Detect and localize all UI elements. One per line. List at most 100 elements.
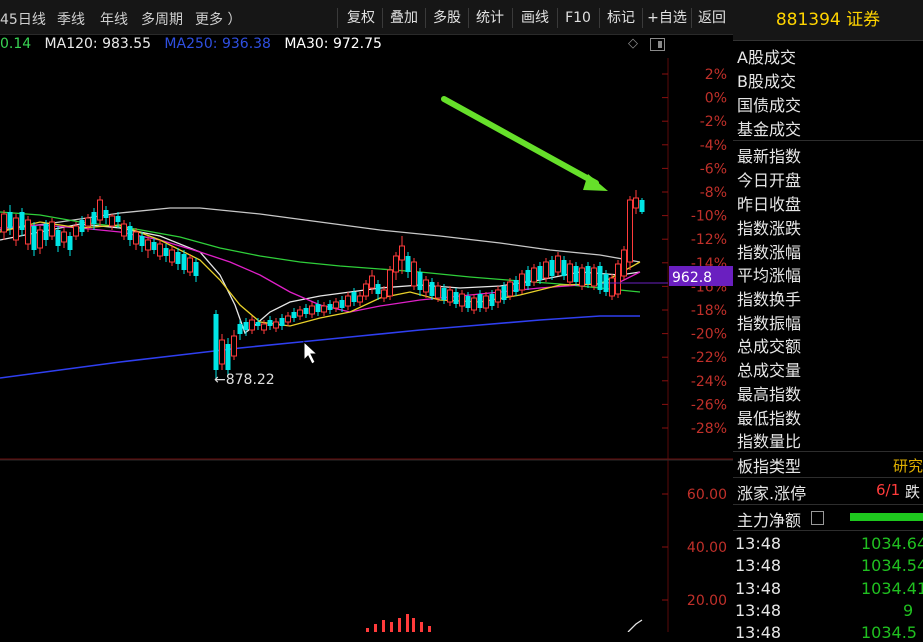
candle-down — [67, 232, 73, 256]
candle-up — [37, 226, 43, 254]
candle-down — [243, 318, 249, 336]
candle-up — [555, 252, 561, 276]
pct-tick-label: 2% — [705, 67, 727, 83]
tick-time: 13:48 — [735, 556, 782, 575]
volume-bar — [412, 618, 415, 632]
candle-up — [219, 334, 225, 370]
pct-tick-label: -28% — [691, 421, 727, 437]
candle-up — [13, 214, 19, 246]
tick-price: 1034.64 — [861, 534, 923, 553]
candle-down — [405, 252, 411, 278]
candle-down — [561, 256, 567, 280]
candle-down — [639, 198, 645, 214]
candle-up — [345, 292, 351, 310]
candle-down — [525, 266, 531, 290]
stat-change-pct: 指数涨幅 — [737, 243, 802, 262]
menu-icon[interactable] — [811, 511, 824, 525]
pct-tick-label: -20% — [691, 327, 727, 343]
candlestick-series — [1, 190, 645, 380]
candle-up — [1, 210, 7, 240]
volume-bar — [406, 614, 409, 632]
stat-fund-turnover: 基金成交 — [737, 120, 802, 139]
candle-up — [333, 298, 339, 312]
divider — [733, 530, 923, 531]
candle-up — [459, 290, 465, 312]
volume-bar — [366, 628, 369, 632]
quote-panel: 881394 证券 A股成交 B股成交 国债成交 基金成交 最新指数 今日开盘 … — [733, 0, 923, 642]
candle-down — [597, 262, 603, 294]
candle-down — [151, 238, 157, 254]
pct-tick-label: -8% — [700, 185, 727, 201]
volume-ma-line — [627, 619, 643, 632]
stat-low: 最低指数 — [737, 409, 802, 428]
candle-up — [411, 258, 417, 290]
candle-up — [121, 220, 127, 240]
stat-volume-ratio: 指数量比 — [737, 432, 802, 451]
tick-price: 1034.5 — [861, 623, 917, 642]
divider — [733, 451, 923, 452]
candle-down — [315, 300, 321, 316]
candle-up — [231, 330, 237, 360]
stat-amplitude: 指数振幅 — [737, 314, 802, 333]
volume-bar — [390, 622, 393, 632]
volume-axis: 60.00 40.00 20.00 — [662, 487, 727, 609]
pct-tick-label: -6% — [700, 161, 727, 177]
vol-tick-label: 40.00 — [687, 540, 727, 556]
security-title: 881394 证券 — [775, 10, 881, 30]
candle-down — [291, 308, 297, 322]
candle-up — [285, 312, 291, 326]
candle-down — [175, 248, 181, 270]
candle-up — [423, 276, 429, 298]
candle-down — [163, 244, 169, 262]
stat-total-amount: 总成交额 — [737, 337, 802, 356]
volume-bar — [374, 624, 377, 632]
volume-bar — [420, 622, 423, 632]
candle-up — [369, 270, 375, 294]
candle-up — [615, 260, 621, 298]
stat-bond-turnover: 国债成交 — [737, 96, 802, 115]
volume-bar — [428, 626, 431, 632]
candle-up — [621, 246, 627, 280]
vol-tick-label: 20.00 — [687, 593, 727, 609]
candle-up — [483, 292, 489, 312]
candle-up — [579, 264, 585, 290]
pct-tick-label: -12% — [691, 232, 727, 248]
main-flow-label: 主力净额 — [737, 511, 802, 530]
candle-up — [273, 318, 279, 332]
index-type-value: 研究 — [893, 457, 923, 475]
pct-tick-label: -24% — [691, 374, 727, 390]
candle-down — [103, 206, 109, 224]
candle-up — [543, 258, 549, 282]
stat-turnover-rate: 指数换手 — [737, 290, 802, 309]
current-price-label: 962.8 — [672, 270, 712, 286]
candle-up — [309, 302, 315, 318]
stat-b-share-turnover: B股成交 — [737, 72, 796, 91]
candle-up — [591, 264, 597, 290]
candle-up — [249, 316, 255, 334]
stat-total-volume: 总成交量 — [737, 361, 802, 380]
candle-up — [157, 240, 163, 260]
limit-down-value: 跌 — [905, 483, 921, 501]
ma250-line — [0, 315, 640, 379]
candle-up — [387, 266, 393, 300]
pct-tick-label: -22% — [691, 350, 727, 366]
candle-down — [267, 316, 273, 330]
security-title-bar: 881394 证券 — [733, 0, 923, 41]
candle-up — [321, 302, 327, 316]
candle-up — [633, 190, 639, 214]
candle-down — [375, 280, 381, 300]
vol-tick-label: 60.00 — [687, 487, 727, 503]
candle-down — [453, 288, 459, 308]
kline-chart[interactable]: 2%0%-2%-4%-6%-8%-10%-12%-14%-16%-18%-20%… — [0, 0, 733, 632]
stat-prev-close: 昨日收盘 — [737, 195, 802, 214]
candle-down — [513, 276, 519, 296]
main-flow-bar — [850, 513, 923, 521]
candle-up — [627, 196, 633, 270]
pct-tick-label: -10% — [691, 209, 727, 225]
annotation-arrow — [441, 96, 599, 186]
candle-up — [567, 260, 573, 286]
candle-up — [519, 270, 525, 294]
tick-time: 13:48 — [735, 534, 782, 553]
candle-up — [495, 286, 501, 308]
candle-up — [363, 280, 369, 300]
